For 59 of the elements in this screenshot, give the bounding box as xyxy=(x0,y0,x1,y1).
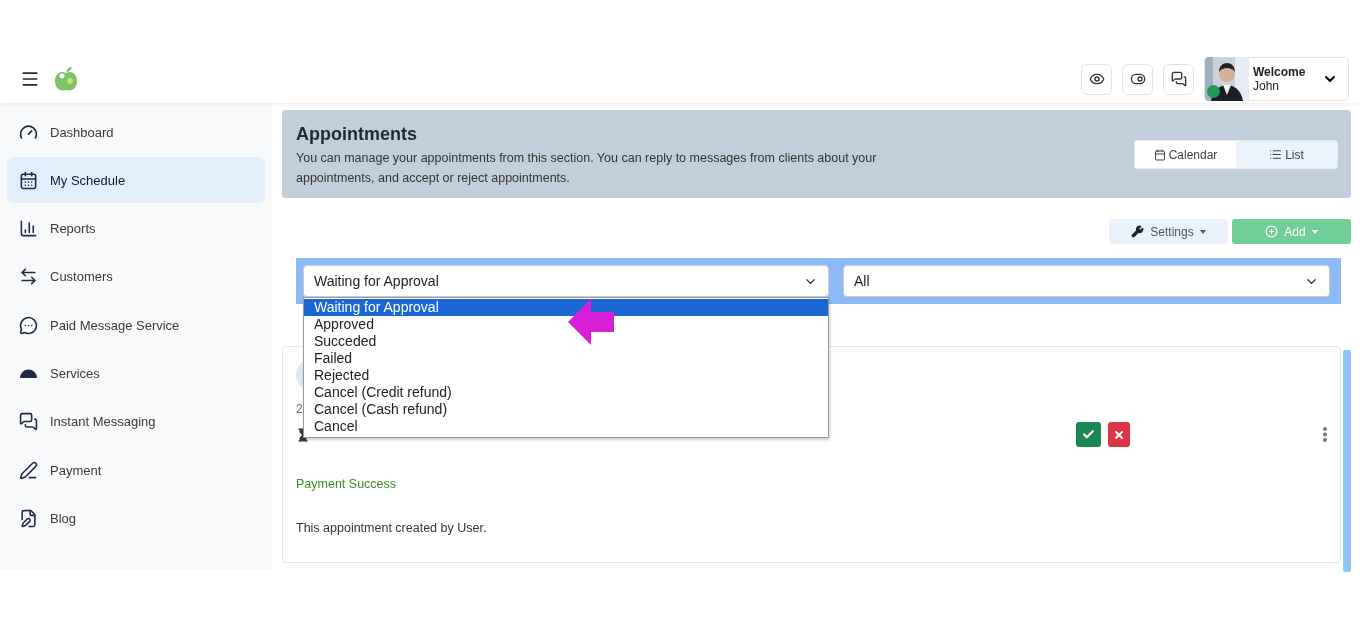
calendar-icon xyxy=(1153,148,1166,161)
chat-bubbles-icon xyxy=(19,412,38,432)
hourglass-icon xyxy=(296,427,310,442)
status-option[interactable]: Cancel (Credit refund) xyxy=(304,384,828,401)
toggle-icon xyxy=(1129,71,1146,87)
pointer-arrow-icon xyxy=(568,299,614,345)
gauge-icon xyxy=(19,122,38,142)
sidebar-item[interactable]: Reports xyxy=(7,205,265,252)
bar-chart-icon xyxy=(19,219,38,239)
eye-icon xyxy=(1088,71,1105,87)
type-select[interactable]: All xyxy=(843,265,1330,297)
status-option[interactable]: Failed xyxy=(304,350,828,367)
plus-icon xyxy=(1265,225,1279,238)
toggle-button[interactable] xyxy=(1122,63,1153,95)
arrows-icon xyxy=(19,267,38,287)
sidebar-item[interactable]: Paid Message Service xyxy=(7,302,265,349)
reject-button[interactable] xyxy=(1108,422,1130,447)
user-menu-button[interactable]: Welcome John xyxy=(1204,57,1349,101)
appointment-date: 2 xyxy=(296,402,303,416)
check-icon xyxy=(1082,428,1095,441)
chat-bubbles-icon xyxy=(1170,71,1187,87)
calendar-icon xyxy=(19,170,38,190)
preview-button[interactable] xyxy=(1081,63,1112,95)
view-tab[interactable]: List xyxy=(1236,141,1337,168)
status-option[interactable]: Cancel xyxy=(304,418,828,435)
sidebar-item[interactable]: Payment xyxy=(7,447,265,494)
menu-icon[interactable] xyxy=(20,69,40,89)
sidebar-item[interactable]: Instant Messaging xyxy=(7,398,265,445)
close-icon xyxy=(1113,428,1125,441)
welcome-text: Welcome xyxy=(1253,65,1306,79)
user-name: John xyxy=(1253,79,1280,93)
wrench-icon xyxy=(1131,225,1145,238)
messages-button[interactable] xyxy=(1163,63,1194,95)
payment-status: Payment Success xyxy=(296,477,397,491)
kebab-icon xyxy=(1323,427,1327,442)
edit-document-icon xyxy=(19,508,38,528)
page-description: You can manage your appointments from this section. You can reply to messages from clients about your appointments, and accept or reject appointments. xyxy=(296,150,878,187)
accept-button[interactable] xyxy=(1076,422,1101,447)
more-options-button[interactable] xyxy=(1323,427,1327,442)
list-icon xyxy=(1269,148,1283,161)
status-option[interactable]: Cancel (Cash refund) xyxy=(304,401,828,418)
sidebar-item[interactable]: Services xyxy=(7,350,265,397)
sidebar-item[interactable]: Blog xyxy=(7,495,265,542)
status-option[interactable]: Approved xyxy=(304,316,828,333)
sidebar-item[interactable]: My Schedule xyxy=(7,157,265,204)
apple-logo-icon xyxy=(54,66,78,92)
scrollbar[interactable] xyxy=(1343,350,1351,572)
sidebar-item[interactable]: Dashboard xyxy=(7,109,265,155)
status-option[interactable]: Waiting for Approval xyxy=(304,299,828,316)
pen-icon xyxy=(19,460,38,480)
page-title: Appointments xyxy=(296,124,418,145)
sidebar-item[interactable]: Customers xyxy=(7,253,265,300)
chat-bubble-icon xyxy=(19,315,38,335)
status-select[interactable]: Waiting for Approval xyxy=(303,265,829,297)
status-option[interactable]: Rejected xyxy=(304,367,828,384)
status-option[interactable]: Succeded xyxy=(304,333,828,350)
appointment-note: This appointment created by User. xyxy=(296,521,487,535)
dome-icon xyxy=(19,367,38,380)
settings-button[interactable]: Settings xyxy=(1109,219,1228,244)
